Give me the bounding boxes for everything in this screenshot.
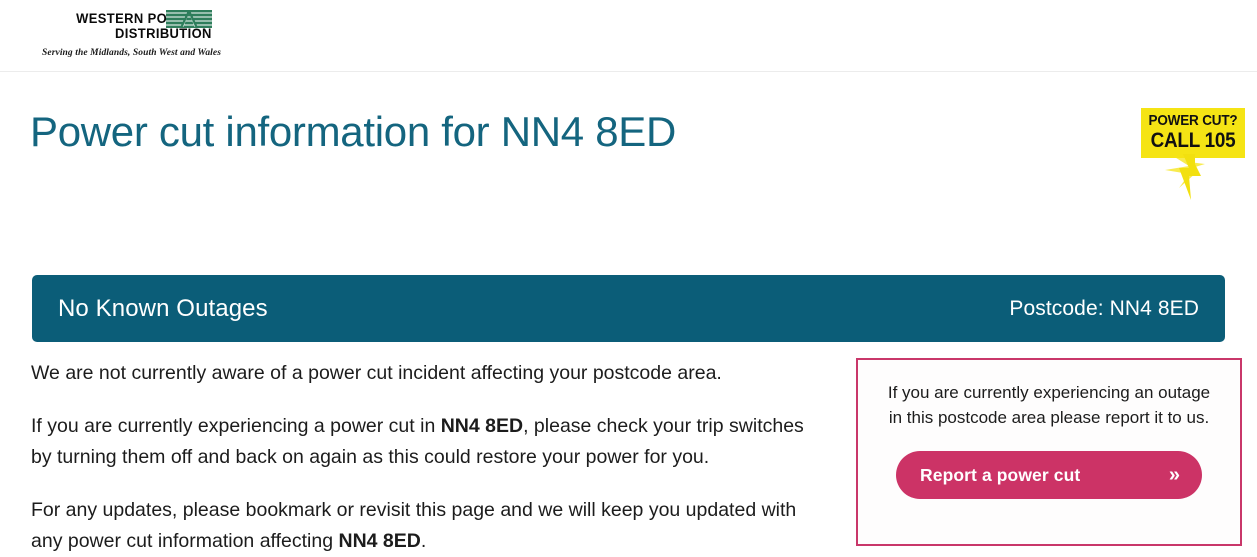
paragraph-2-postcode: NN4 8ED <box>440 415 524 437</box>
status-banner: No Known Outages Postcode: NN4 8ED <box>32 275 1225 342</box>
logo-line-2: DISTRIBUTION <box>115 26 212 41</box>
report-outage-box: If you are currently experiencing an out… <box>856 358 1242 546</box>
paragraph-1-text: We are not currently aware of a power cu… <box>31 362 722 384</box>
wpd-logo[interactable]: WESTERN POWER DISTRIBUTION Serving the M… <box>22 10 221 62</box>
page-title: Power cut information for NN4 8ED <box>30 108 677 155</box>
logo-mountain-icon <box>166 10 212 28</box>
information-column: We are not currently aware of a power cu… <box>31 358 821 557</box>
call-105-badge: POWER CUT? CALL 105 <box>1141 108 1245 200</box>
paragraph-updates: For any updates, please bookmark or revi… <box>31 495 821 557</box>
double-chevron-right-icon: » <box>1168 464 1180 486</box>
outage-status-text: No Known Outages <box>58 294 268 322</box>
logo-tagline: Serving the Midlands, South West and Wal… <box>42 48 222 58</box>
paragraph-3-part-2: . <box>420 530 427 552</box>
paragraph-no-incident: We are not currently aware of a power cu… <box>31 358 821 389</box>
paragraph-3-postcode: NN4 8ED <box>338 530 421 552</box>
paragraph-trip-switches: If you are currently experiencing a powe… <box>31 411 821 473</box>
paragraph-2-part-1: If you are currently experiencing a powe… <box>31 415 441 437</box>
lightning-bolt-icon <box>1159 154 1229 200</box>
report-button-label: Report a power cut <box>920 464 1081 485</box>
call-105-line-2: CALL 105 <box>1150 129 1236 152</box>
call-105-line-1: POWER CUT? <box>1148 112 1238 129</box>
logo-wordmark: WESTERN POWER DISTRIBUTION <box>22 10 212 44</box>
site-header: WESTERN POWER DISTRIBUTION Serving the M… <box>0 0 1257 72</box>
postcode-label: Postcode: NN4 8ED <box>1009 296 1199 320</box>
call-105-bubble: POWER CUT? CALL 105 <box>1141 108 1245 158</box>
report-box-text: If you are currently experiencing an out… <box>887 383 1211 427</box>
report-a-power-cut-button[interactable]: Report a power cut » <box>896 451 1202 499</box>
